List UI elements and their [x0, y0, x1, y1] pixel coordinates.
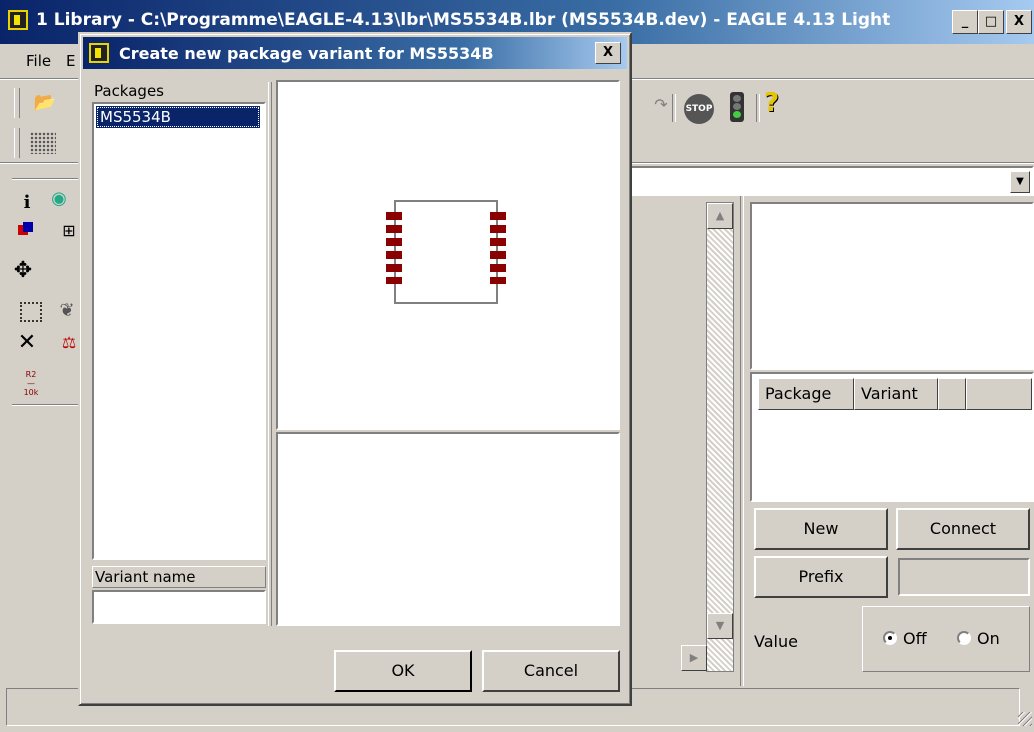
- show-eye-icon[interactable]: ◉: [46, 186, 72, 212]
- menu-edit[interactable]: E: [66, 52, 75, 70]
- variant-name-label: Variant name: [92, 566, 266, 588]
- stop-icon[interactable]: STOP: [684, 94, 714, 124]
- parameter-combo[interactable]: ▼: [620, 166, 1034, 196]
- connect-button[interactable]: Connect: [896, 508, 1030, 550]
- name-value-icon[interactable]: R2—10k: [20, 370, 42, 397]
- package-preview: [750, 202, 1034, 370]
- prefix-field: [898, 558, 1030, 596]
- cancel-button[interactable]: Cancel: [482, 650, 620, 692]
- dialog-splitter[interactable]: [268, 82, 272, 626]
- open-folder-icon[interactable]: 📂: [32, 90, 58, 116]
- eagle-app-icon: [8, 10, 28, 30]
- package-variant-table[interactable]: Package Variant: [750, 372, 1034, 502]
- create-variant-dialog: Create new package variant for MS5534B X…: [78, 32, 632, 706]
- toolbar-separator: [756, 94, 760, 122]
- toolbar-grip[interactable]: [14, 88, 20, 118]
- toolbar-separator: [672, 94, 676, 122]
- wrench-icon[interactable]: ❦: [54, 298, 80, 324]
- resize-grip-icon[interactable]: [1018, 712, 1032, 726]
- value-label: Value: [754, 632, 798, 651]
- signal-light-icon: [733, 95, 741, 102]
- dialog-app-icon: [89, 43, 109, 63]
- packages-list[interactable]: MS5534B: [92, 102, 266, 560]
- list-item[interactable]: MS5534B: [96, 106, 260, 128]
- package-outline: [394, 200, 498, 304]
- redo-icon[interactable]: ↷: [648, 92, 674, 118]
- table-header-variant[interactable]: Variant: [854, 378, 938, 410]
- close-button[interactable]: X: [1006, 10, 1032, 34]
- minimize-button[interactable]: _: [952, 10, 978, 34]
- toolbar-divider: [12, 404, 78, 406]
- left-pads: [386, 212, 402, 284]
- signal-light-icon: [733, 103, 741, 110]
- packages-label: Packages: [94, 82, 164, 100]
- signal-light-icon: [733, 111, 741, 118]
- layers-icon[interactable]: [18, 222, 34, 236]
- info-icon[interactable]: i: [14, 190, 40, 216]
- dialog-title-bar[interactable]: Create new package variant for MS5534B X: [83, 37, 627, 69]
- value-on-label[interactable]: On: [977, 629, 1000, 648]
- maximize-button[interactable]: □: [978, 10, 1004, 34]
- vertical-scrollbar[interactable]: ▲ ▼ ▶: [681, 202, 734, 672]
- dialog-close-button[interactable]: X: [595, 42, 621, 64]
- toolbar-divider: [12, 178, 78, 180]
- table-header-blank[interactable]: [938, 378, 966, 410]
- main-window-title: 1 Library - C:\Programme\EAGLE-4.13\lbr\…: [36, 10, 891, 30]
- table-header-blank[interactable]: [966, 378, 1032, 410]
- chevron-down-icon[interactable]: ▼: [1010, 171, 1030, 193]
- panel-splitter[interactable]: [740, 196, 744, 686]
- value-radio-group: Off On: [862, 606, 1030, 672]
- ok-button[interactable]: OK: [334, 650, 472, 692]
- package-description: [276, 432, 620, 626]
- scroll-right-button[interactable]: ▶: [681, 645, 707, 671]
- value-on-radio[interactable]: [957, 631, 971, 645]
- toolbar-grip[interactable]: [14, 128, 20, 158]
- value-off-radio[interactable]: [883, 631, 897, 645]
- menu-file[interactable]: File: [26, 52, 51, 70]
- right-pads: [490, 212, 506, 284]
- group-select-icon[interactable]: [20, 302, 42, 322]
- scroll-up-button[interactable]: ▲: [707, 203, 733, 229]
- dialog-title: Create new package variant for MS5534B: [119, 44, 494, 63]
- delete-x-icon[interactable]: ✕: [14, 330, 40, 356]
- variant-name-input[interactable]: [92, 590, 266, 624]
- package-preview-canvas: [276, 80, 620, 430]
- new-button[interactable]: New: [754, 508, 888, 550]
- table-header-package[interactable]: Package: [758, 378, 854, 410]
- value-off-label[interactable]: Off: [903, 629, 927, 648]
- grid-icon[interactable]: [30, 132, 56, 154]
- move-icon[interactable]: ✥: [10, 258, 36, 284]
- scroll-down-button[interactable]: ▼: [707, 613, 733, 639]
- prefix-button[interactable]: Prefix: [754, 556, 888, 598]
- help-icon[interactable]: ?: [764, 88, 779, 118]
- go-signal-icon[interactable]: [730, 92, 744, 122]
